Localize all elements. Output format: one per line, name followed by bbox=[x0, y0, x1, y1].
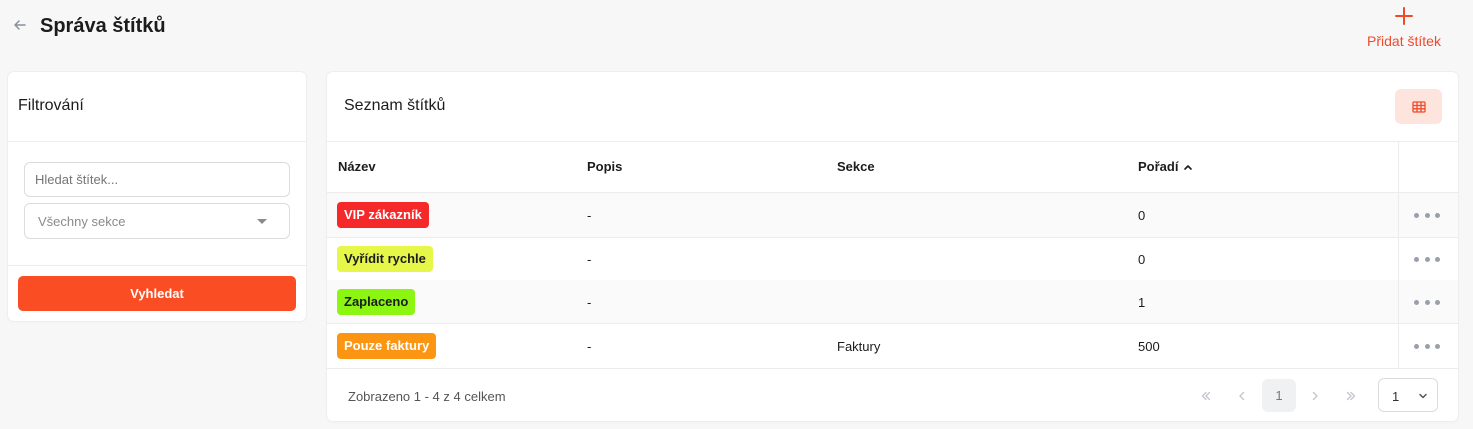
row-description: - bbox=[587, 339, 592, 354]
table-row: VIP zákazník - 0 bbox=[327, 193, 1458, 237]
pagination-summary: Zobrazeno 1 - 4 z 4 celkem bbox=[348, 389, 506, 404]
more-horizontal-icon[interactable] bbox=[1414, 251, 1440, 267]
search-button[interactable]: Vyhledat bbox=[18, 276, 296, 311]
more-horizontal-icon[interactable] bbox=[1414, 294, 1440, 310]
caret-down-icon bbox=[257, 219, 267, 224]
table-view-button[interactable] bbox=[1395, 89, 1442, 124]
search-input[interactable] bbox=[24, 162, 290, 197]
column-header-order-label: Pořadí bbox=[1138, 159, 1179, 174]
tag-badge[interactable]: VIP zákazník bbox=[337, 202, 429, 228]
column-header-section[interactable]: Sekce bbox=[837, 159, 875, 174]
table-row: Zaplaceno - 1 bbox=[327, 280, 1458, 324]
chevron-up-icon bbox=[1184, 164, 1193, 170]
row-order: 1 bbox=[1138, 295, 1146, 310]
table-bottom-divider bbox=[327, 368, 1458, 369]
column-header-name[interactable]: Název bbox=[338, 159, 376, 174]
chevrons-left-icon bbox=[1201, 391, 1211, 400]
column-header-description[interactable]: Popis bbox=[587, 159, 622, 174]
table-row: Vyřídit rychle - 0 bbox=[327, 237, 1458, 281]
chevron-right-icon bbox=[1312, 391, 1318, 400]
prev-page-button[interactable] bbox=[1225, 379, 1259, 412]
page-button-current[interactable]: 1 bbox=[1262, 379, 1296, 412]
page-size-value: 1 bbox=[1392, 389, 1400, 404]
page-size-select[interactable]: 1 bbox=[1378, 378, 1438, 412]
filter-panel: Filtrování Všechny sekce Vyhledat bbox=[8, 72, 306, 321]
add-tag-button[interactable]: Přidat štítek bbox=[1359, 6, 1449, 52]
more-horizontal-icon[interactable] bbox=[1414, 338, 1440, 354]
filter-divider-bottom bbox=[8, 265, 306, 266]
row-section: Faktury bbox=[837, 339, 881, 354]
tag-list-panel: Seznam štítků Název Popis Sekce Pořadí V… bbox=[327, 72, 1458, 421]
list-title: Seznam štítků bbox=[344, 97, 446, 114]
plus-icon bbox=[1395, 7, 1413, 25]
page-header: Správa štítků Přidat štítek bbox=[0, 0, 1473, 60]
table-row: Pouze faktury - Faktury 500 bbox=[327, 324, 1458, 368]
last-page-button[interactable] bbox=[1334, 379, 1368, 412]
section-select[interactable]: Všechny sekce bbox=[24, 203, 290, 239]
row-order: 0 bbox=[1138, 208, 1146, 223]
row-description: - bbox=[587, 208, 592, 223]
tag-badge[interactable]: Zaplaceno bbox=[337, 289, 416, 315]
row-order: 500 bbox=[1138, 339, 1160, 354]
tag-badge[interactable]: Pouze faktury bbox=[337, 333, 437, 359]
chevron-down-icon bbox=[1419, 393, 1427, 399]
column-header-order[interactable]: Pořadí bbox=[1138, 159, 1193, 174]
next-page-button[interactable] bbox=[1298, 379, 1332, 412]
row-description: - bbox=[587, 252, 592, 267]
page-title: Správa štítků bbox=[40, 15, 166, 37]
arrow-left-icon[interactable] bbox=[12, 17, 28, 33]
chevrons-right-icon bbox=[1346, 391, 1356, 400]
row-order: 0 bbox=[1138, 252, 1146, 267]
filter-divider-top bbox=[8, 141, 306, 142]
section-select-value: Všechny sekce bbox=[38, 214, 126, 229]
add-tag-label: Přidat štítek bbox=[1367, 33, 1441, 49]
table-icon bbox=[1411, 100, 1426, 113]
row-description: - bbox=[587, 295, 592, 310]
filter-title: Filtrování bbox=[18, 97, 84, 114]
first-page-button[interactable] bbox=[1189, 379, 1223, 412]
actions-column-separator bbox=[1398, 142, 1399, 368]
chevron-left-icon bbox=[1239, 391, 1245, 400]
tag-badge[interactable]: Vyřídit rychle bbox=[337, 246, 433, 272]
more-horizontal-icon[interactable] bbox=[1414, 207, 1440, 223]
list-header-divider bbox=[327, 141, 1458, 142]
